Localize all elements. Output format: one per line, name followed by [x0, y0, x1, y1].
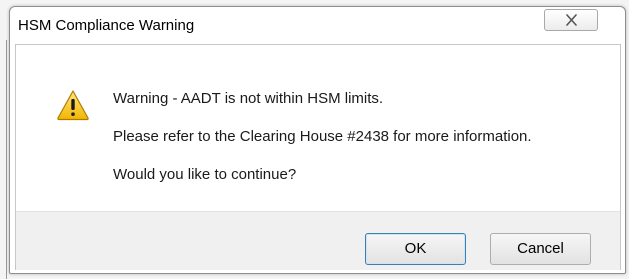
button-bar: OK Cancel: [16, 211, 620, 270]
screen: HSM Compliance Warning Warning - AADT is…: [0, 0, 629, 279]
ok-button[interactable]: OK: [365, 233, 466, 265]
dialog-window: HSM Compliance Warning Warning - AADT is…: [9, 6, 626, 274]
title-bar[interactable]: HSM Compliance Warning: [10, 7, 625, 44]
window-title: HSM Compliance Warning: [18, 17, 195, 34]
reference-message: Please refer to the Clearing House #2438…: [113, 128, 532, 145]
cancel-button[interactable]: Cancel: [490, 233, 591, 265]
warning-message: Warning - AADT is not within HSM limits.: [113, 90, 384, 107]
close-button[interactable]: [544, 9, 598, 31]
close-icon: [566, 14, 577, 26]
warning-icon: [57, 90, 89, 121]
continue-prompt: Would you like to continue?: [113, 166, 297, 183]
background-window-edge: [6, 40, 7, 279]
dialog-content: Warning - AADT is not within HSM limits.…: [15, 44, 621, 270]
